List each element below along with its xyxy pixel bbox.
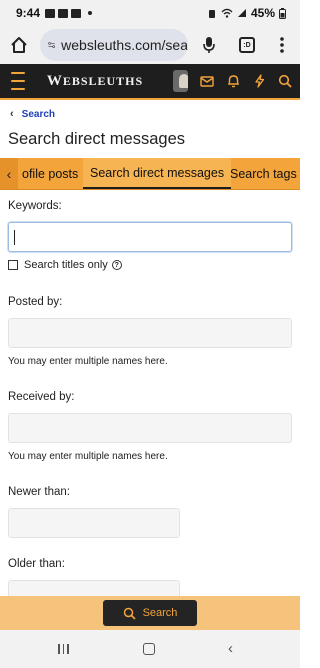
home-nav-icon[interactable] [143, 643, 155, 655]
tab-search-direct-messages[interactable]: Search direct messages [83, 158, 232, 189]
microphone-icon [203, 37, 215, 53]
battery-icon [279, 7, 286, 19]
search-button[interactable]: Search [103, 600, 197, 626]
status-time: 9:44 [16, 6, 41, 20]
posted-by-label: Posted by: [8, 296, 63, 308]
posted-by-input[interactable] [8, 318, 292, 348]
whats-new-lightning-icon[interactable] [252, 71, 266, 91]
older-than-label: Older than: [8, 558, 65, 570]
tabs-scroll-left-icon[interactable]: ‹ [0, 158, 18, 189]
newer-than-input[interactable] [8, 508, 180, 538]
browser-menu-button[interactable] [274, 32, 290, 58]
site-header: WEBSLEUTHS [0, 64, 300, 100]
alerts-bell-icon[interactable] [226, 71, 240, 91]
browser-toolbar: websleuths.com/sea :D [0, 26, 300, 64]
search-icon[interactable] [278, 71, 292, 91]
site-logo[interactable]: WEBSLEUTHS [47, 73, 143, 90]
home-icon [11, 37, 27, 53]
app-notification-icon [58, 8, 69, 18]
search-titles-only-option[interactable]: Search titles only ? [8, 259, 122, 271]
gallery-notification-icon [45, 8, 56, 18]
battery-percent: 45% [250, 6, 275, 20]
text-caret [14, 230, 15, 245]
posted-by-hint: You may enter multiple names here. [8, 356, 168, 367]
status-bar: 9:44 45% [0, 0, 300, 26]
wifi-icon [221, 8, 233, 18]
tab-search-tags[interactable]: Search tags [224, 158, 300, 189]
chevron-left-icon: ‹ [10, 108, 14, 120]
breadcrumb[interactable]: ‹ Search [10, 108, 55, 120]
search-titles-only-label[interactable]: Search titles only [24, 259, 108, 271]
mail-notification-icon [71, 8, 82, 18]
search-type-tabs: ofile posts Search direct messages Searc… [0, 158, 300, 190]
home-button[interactable] [6, 32, 32, 58]
notification-icons [45, 8, 93, 18]
page-title: Search direct messages [8, 130, 185, 148]
received-by-input[interactable] [8, 413, 292, 443]
search-titles-only-checkbox[interactable] [8, 260, 18, 270]
hamburger-menu-icon[interactable] [11, 72, 25, 90]
more-notifications-icon [88, 11, 93, 15]
user-avatar[interactable] [173, 70, 189, 92]
search-icon [123, 606, 137, 620]
tab-profile-posts[interactable]: ofile posts [18, 158, 84, 189]
messages-icon[interactable] [200, 71, 215, 91]
voice-search-button[interactable] [198, 32, 220, 58]
search-button-label: Search [142, 607, 178, 619]
received-by-hint: You may enter multiple names here. [8, 451, 168, 462]
more-vert-icon [280, 37, 284, 53]
signal-icon [237, 9, 246, 17]
tab-switcher-button[interactable]: :D [236, 32, 258, 58]
help-question-icon[interactable]: ? [111, 260, 122, 270]
site-settings-icon [48, 42, 55, 48]
url-text: websleuths.com/sea [61, 37, 188, 53]
keywords-label: Keywords: [8, 200, 62, 212]
keywords-input[interactable] [8, 222, 292, 252]
address-bar[interactable]: websleuths.com/sea [40, 29, 188, 61]
newer-than-label: Newer than: [8, 486, 71, 498]
alarm-icon [208, 9, 215, 18]
system-navigation-bar: ‹ [0, 630, 300, 668]
received-by-label: Received by: [8, 391, 75, 403]
back-nav-icon[interactable]: ‹ [228, 640, 233, 657]
recent-apps-icon[interactable] [58, 644, 69, 654]
breadcrumb-link[interactable]: Search [22, 109, 55, 120]
tab-switcher-icon: :D [239, 37, 255, 53]
